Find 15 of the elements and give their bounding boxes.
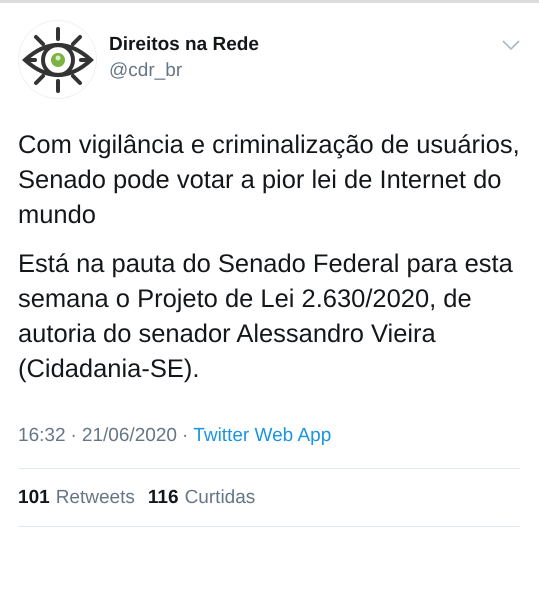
avatar-logo[interactable]	[18, 20, 97, 99]
source-link[interactable]: Twitter Web App	[193, 425, 332, 447]
tweet-date: 21/06/2020	[82, 425, 177, 447]
stat-count: 101	[18, 487, 50, 509]
stat-count: 116	[148, 487, 179, 509]
tweet-body: Está na pauta do Senado Federal para esta semana o Projeto de Lei 2.630/2020, de autoria do senador Alessandro Vieira (Cidadania-SE).	[18, 249, 514, 385]
stat-label[interactable]: Curtidas	[184, 487, 256, 509]
tweet-headline: Com vigilância e criminalização de usuários, Senado pode votar a pior lei de Internet do mundo	[18, 130, 521, 231]
separator: ·	[182, 425, 188, 447]
account-name[interactable]: Direitos na Rede	[109, 34, 490, 56]
separator: ·	[70, 425, 77, 447]
tweet-time: 16:32	[18, 425, 66, 447]
eye-icon	[22, 26, 94, 92]
account-handle[interactable]: @cdr_br	[109, 60, 490, 82]
stat-label[interactable]: Retweets	[56, 487, 135, 509]
